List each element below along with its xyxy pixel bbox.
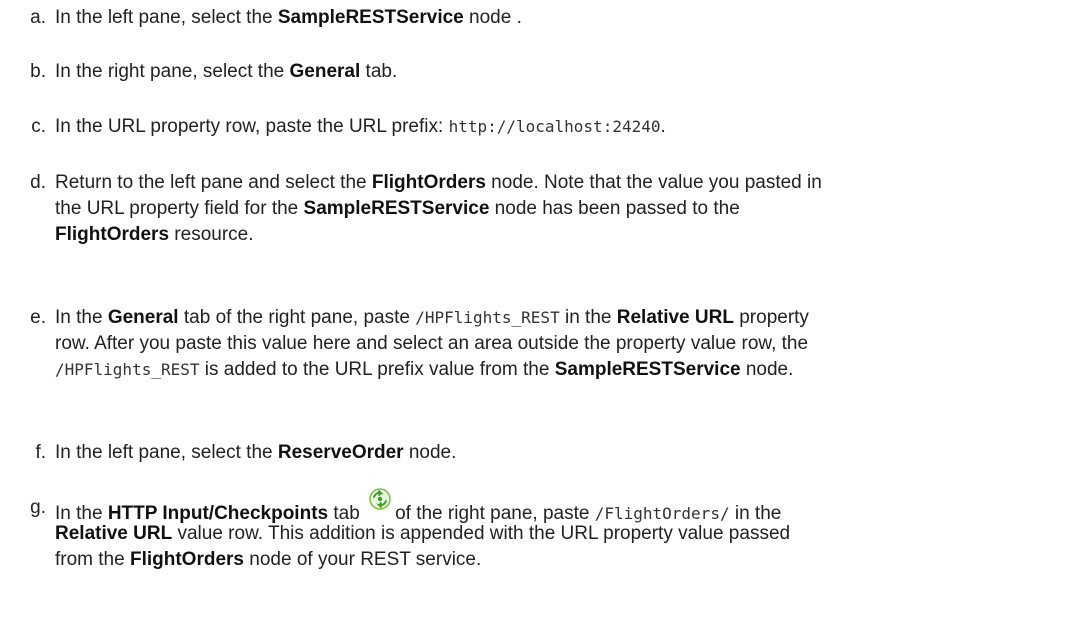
step-line: Relative URL value row. This addition is… <box>55 521 1085 547</box>
step-line: FlightOrders resource. <box>55 222 1085 248</box>
step-text: In the URL property row, paste the URL p… <box>55 114 1085 140</box>
code-text: /HPFlights_REST <box>55 360 200 379</box>
step-text-segment: property <box>733 307 809 328</box>
step-text-segment: the URL property field for the <box>55 198 304 219</box>
step-text-segment: In the left pane, select the <box>55 442 278 463</box>
step-text-segment: node has been passed to the <box>489 198 740 219</box>
step-line: /HPFlights_REST is added to the URL pref… <box>55 357 1085 383</box>
bold-term: Relative URL <box>55 523 173 544</box>
bold-term: General <box>289 61 361 82</box>
step-text-segment: is added to the URL prefix value from th… <box>199 359 555 380</box>
checkpoint-tab-icon <box>367 486 393 512</box>
step-text: In the left pane, select the ReserveOrde… <box>55 440 1085 466</box>
bold-term: ReserveOrder <box>277 442 404 463</box>
code-text: /HPFlights_REST <box>415 308 560 327</box>
step-text-segment: Return to the left pane and select the <box>55 172 372 193</box>
step-letter: b. <box>30 61 46 82</box>
step-text-segment: node. Note that the value you pasted in <box>485 172 822 193</box>
step-text-segment: node . <box>463 7 522 28</box>
step-text: In the left pane, select the SampleRESTS… <box>55 5 1085 31</box>
step-letter: a. <box>30 7 46 28</box>
step-text-segment: node of your REST service. <box>244 549 482 570</box>
bold-term: FlightOrders <box>55 224 170 245</box>
step-line: the URL property field for the SampleRES… <box>55 196 1085 222</box>
bold-term: Relative URL <box>616 307 734 328</box>
step-text-segment: tab of the right pane, paste <box>178 307 416 328</box>
step-line: In the HTTP Input/Checkpoints tab of the… <box>55 488 1085 524</box>
bold-term: SampleRESTService <box>277 7 464 28</box>
step-line: Return to the left pane and select the F… <box>55 170 1085 196</box>
step-line: from the FlightOrders node of your REST … <box>55 547 1085 573</box>
step-line: In the left pane, select the SampleRESTS… <box>55 5 1085 31</box>
bold-term: General <box>107 307 179 328</box>
step-line: In the General tab of the right pane, pa… <box>55 305 1085 331</box>
step-text-segment: from the <box>55 549 130 570</box>
bold-term: SampleRESTService <box>303 198 490 219</box>
bold-term: FlightOrders <box>371 172 486 193</box>
step-letter: f. <box>35 442 46 463</box>
step-line: row. After you paste this value here and… <box>55 331 1085 357</box>
step-text-segment: node. <box>403 442 457 463</box>
step-text-segment: In the <box>55 307 108 328</box>
step-text: In the right pane, select the General ta… <box>55 59 1085 85</box>
step-text: In the HTTP Input/Checkpoints tab of the… <box>55 488 1085 573</box>
step-text-segment: In the URL property row, paste the URL p… <box>55 116 449 137</box>
step-line: In the left pane, select the ReserveOrde… <box>55 440 1085 466</box>
step-letter: e. <box>30 307 46 328</box>
step-text-segment: tab. <box>360 61 398 82</box>
step-line: In the right pane, select the General ta… <box>55 59 1085 85</box>
step-text-segment: resource. <box>169 224 254 245</box>
step-text: Return to the left pane and select the F… <box>55 170 1085 248</box>
code-text: http://localhost:24240 <box>448 117 661 136</box>
step-text-segment: . <box>660 116 666 137</box>
step-line: In the URL property row, paste the URL p… <box>55 114 1085 140</box>
step-letter: d. <box>30 172 46 193</box>
step-letter: c. <box>31 116 46 137</box>
step-text-segment: row. After you paste this value here and… <box>55 333 809 354</box>
step-text-segment: In the right pane, select the <box>55 61 290 82</box>
step-text-segment: node. <box>740 359 794 380</box>
bold-term: FlightOrders <box>129 549 244 570</box>
step-text-segment: In the left pane, select the <box>55 7 278 28</box>
step-text-segment: value row. This addition is appended wit… <box>172 523 791 544</box>
step-text-segment: in the <box>559 307 617 328</box>
step-letter: g. <box>30 497 46 518</box>
step-text: In the General tab of the right pane, pa… <box>55 305 1085 383</box>
bold-term: SampleRESTService <box>554 359 741 380</box>
